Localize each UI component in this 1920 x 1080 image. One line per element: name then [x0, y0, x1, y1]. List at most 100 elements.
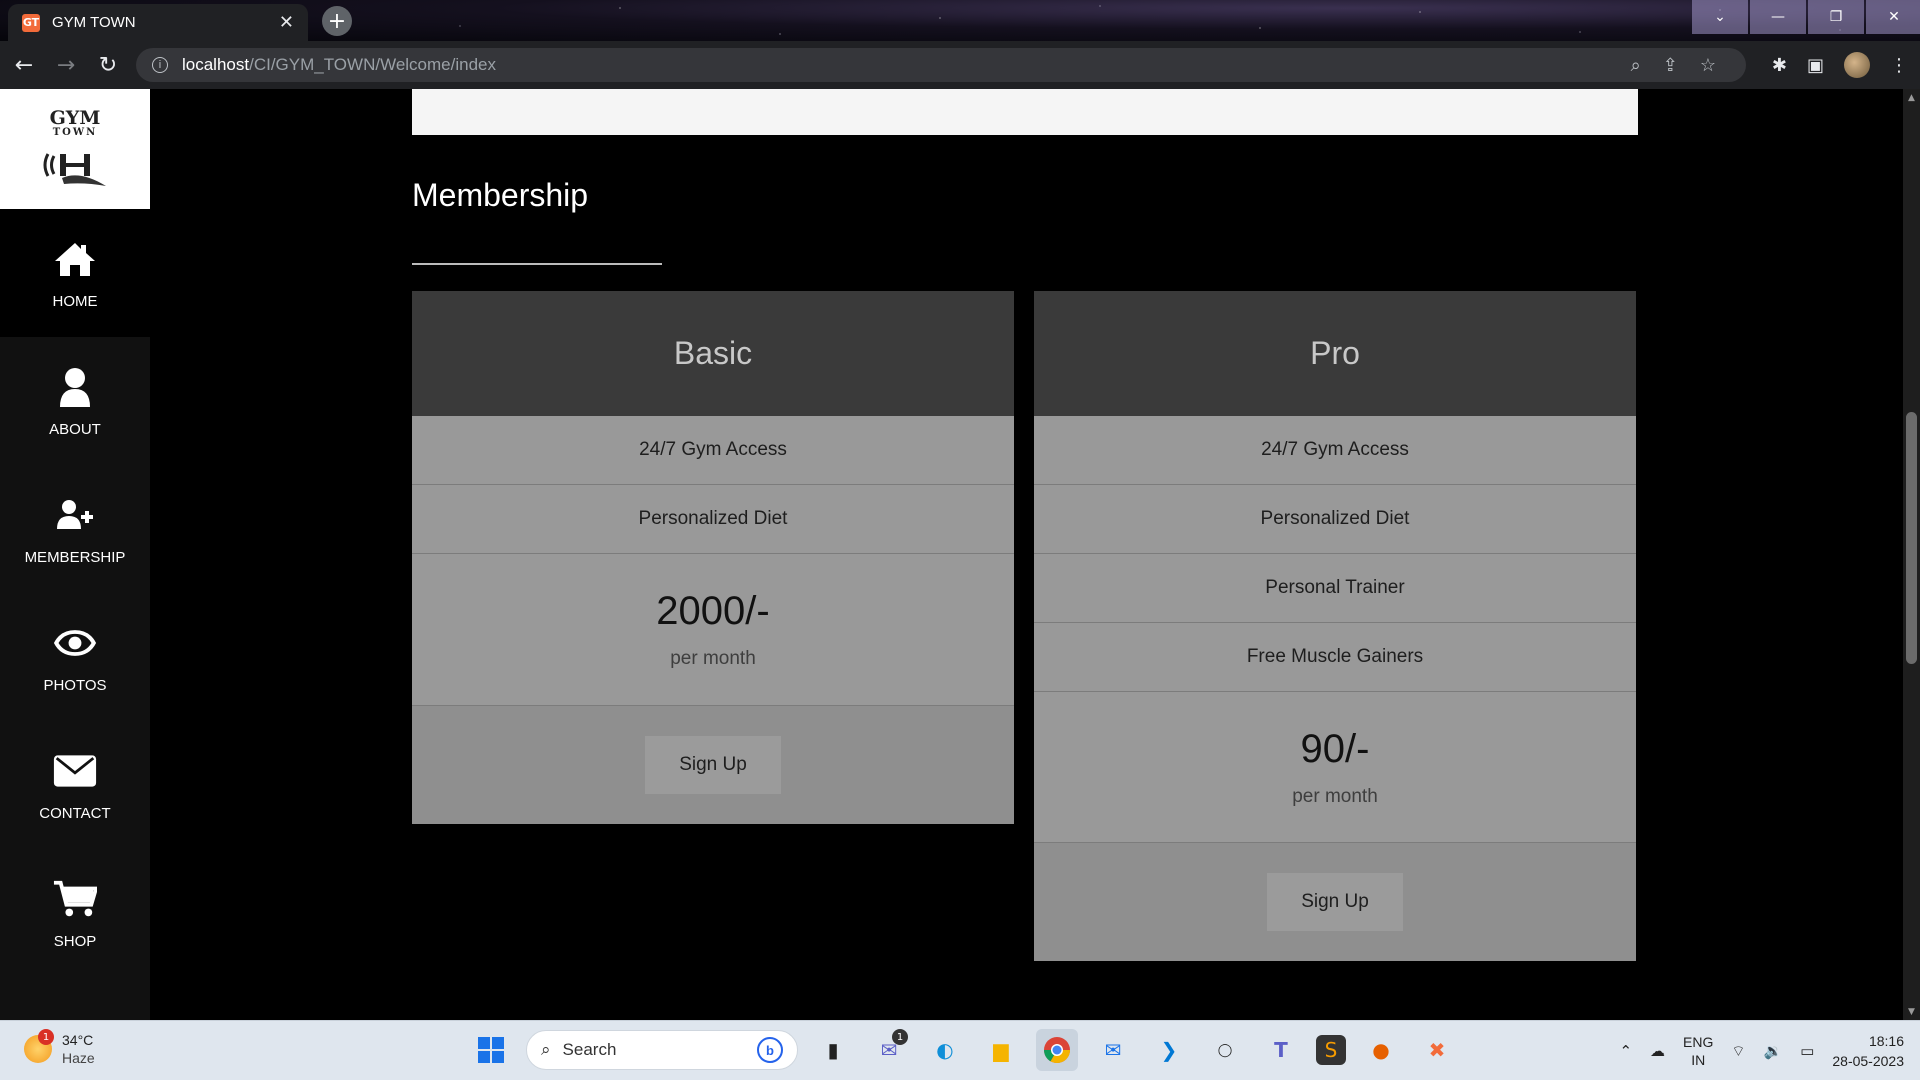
plan-period: per month	[670, 648, 756, 669]
plan-feature: Personalized Diet	[1034, 485, 1636, 554]
plan-card-basic: Basic 24/7 Gym Access Personalized Diet …	[412, 291, 1014, 824]
browser-tab-strip: GT GYM TOWN ✕ + ⌄ — ❐ ✕	[0, 0, 1920, 41]
sidebar-item-label: MEMBERSHIP	[24, 548, 126, 566]
sidebar-item-label: ABOUT	[49, 420, 101, 438]
task-view-icon[interactable]: ▮	[812, 1029, 854, 1071]
windows-start-icon[interactable]	[470, 1029, 512, 1071]
forward-icon[interactable]: →	[48, 47, 84, 83]
sidebar-item-contact[interactable]: CONTACT	[0, 721, 150, 849]
tab-search-button[interactable]: ⌄	[1692, 0, 1748, 34]
plan-feature: 24/7 Gym Access	[412, 416, 1014, 485]
vscode-icon[interactable]: ❯	[1148, 1029, 1190, 1071]
page-title: Membership	[412, 177, 589, 213]
plan-price: 2000/-	[656, 589, 770, 633]
firefox-icon[interactable]: ●	[1360, 1029, 1402, 1071]
scroll-down-icon[interactable]: ▼	[1903, 1003, 1920, 1020]
chrome-icon[interactable]	[1036, 1029, 1078, 1071]
sidebar-item-label: HOME	[52, 292, 98, 310]
envelope-icon	[53, 749, 97, 793]
search-icon[interactable]: ⌕	[1631, 55, 1641, 76]
taskbar-search-label: Search	[562, 1040, 617, 1059]
weather-temp: 34°C	[62, 1032, 94, 1048]
volume-icon[interactable]: 🔉	[1764, 1042, 1783, 1060]
lang-line2: IN	[1691, 1052, 1706, 1068]
system-tray: ⌃ ☁ ENG IN ⌔ 🔉 ▭ 18:16 28-05-2023	[1619, 1029, 1904, 1073]
info-icon[interactable]: i	[152, 57, 168, 73]
plan-period: per month	[1292, 785, 1378, 807]
sublime-icon[interactable]: S	[1316, 1035, 1346, 1065]
maximize-button[interactable]: ❐	[1808, 0, 1864, 34]
new-tab-button[interactable]: +	[322, 6, 352, 36]
tab-favicon-icon: GT	[22, 13, 40, 32]
sign-up-button[interactable]: Sign Up	[645, 736, 781, 794]
onedrive-icon[interactable]: ☁	[1650, 1042, 1665, 1060]
title-divider	[412, 263, 662, 265]
plan-feature: Free Muscle Gainers	[1034, 623, 1636, 692]
plan-price: 90/-	[1300, 726, 1370, 771]
weather-badge: 1	[38, 1029, 54, 1045]
extensions-icon[interactable]: ✱	[1772, 55, 1787, 76]
logo-text-town: TOWN	[52, 126, 98, 138]
minimize-button[interactable]: —	[1750, 0, 1806, 34]
sidepanel-icon[interactable]: ▣	[1807, 55, 1824, 76]
scrollbar-thumb[interactable]	[1906, 412, 1917, 664]
tab-title: GYM TOWN	[52, 14, 136, 31]
address-bar[interactable]: i localhost/CI/GYM_TOWN/Welcome/index ⌕ …	[136, 48, 1746, 82]
reload-icon[interactable]: ↻	[90, 47, 126, 83]
sidebar-item-label: SHOP	[53, 932, 97, 950]
close-window-button[interactable]: ✕	[1866, 0, 1920, 34]
sidebar-item-home[interactable]: HOME	[0, 209, 150, 337]
scroll-up-icon[interactable]: ▲	[1903, 89, 1920, 106]
clock[interactable]: 18:16 28-05-2023	[1832, 1031, 1904, 1071]
gym-town-logo[interactable]: GYM TOWN	[0, 89, 150, 209]
bing-icon[interactable]: b	[757, 1037, 783, 1063]
weather-sun-icon: 1	[24, 1029, 54, 1063]
lang-line1: ENG	[1683, 1034, 1714, 1050]
back-icon[interactable]: ←	[6, 47, 42, 83]
menu-icon[interactable]: ⋮	[1890, 55, 1908, 76]
sidebar-item-label: PHOTOS	[43, 676, 107, 694]
weather-widget[interactable]: 1 34°C Haze	[24, 1029, 95, 1067]
chat-icon[interactable]: ✉ 1	[868, 1029, 910, 1071]
profile-avatar[interactable]	[1844, 52, 1870, 78]
page-scrollbar[interactable]: ▲ ▼	[1903, 89, 1920, 1020]
mail-icon[interactable]: ✉	[1092, 1029, 1134, 1071]
star-icon[interactable]: ☆	[1700, 55, 1716, 76]
sidebar-item-about[interactable]: ABOUT	[0, 337, 150, 465]
plan-name: Basic	[412, 291, 1014, 416]
browser-tab[interactable]: GT GYM TOWN ✕	[8, 4, 308, 41]
cart-icon	[53, 877, 97, 921]
os-taskbar: 1 34°C Haze ⌕ Search b ▮ ✉ 1 ◐ ▆ ✉ ❯ ◯ T …	[0, 1020, 1920, 1080]
page-viewport: GYM TOWN HOME ABOUT MEMBERSHIP PHOTOS CO…	[0, 89, 1920, 1020]
sidebar-item-photos[interactable]: PHOTOS	[0, 593, 150, 721]
sidebar-item-membership[interactable]: MEMBERSHIP	[0, 465, 150, 593]
battery-icon[interactable]: ▭	[1800, 1042, 1814, 1060]
file-explorer-icon[interactable]: ▆	[980, 1029, 1022, 1071]
url-host: localhost	[182, 55, 250, 74]
wifi-icon[interactable]: ⌔	[1731, 1042, 1745, 1061]
previous-section-card	[412, 89, 1638, 135]
xampp-icon[interactable]: ✖	[1416, 1029, 1458, 1071]
plan-footer: Sign Up	[412, 706, 1014, 824]
language-indicator[interactable]: ENG IN	[1683, 1033, 1713, 1069]
edge-icon[interactable]: ◐	[924, 1029, 966, 1071]
taskbar-search[interactable]: ⌕ Search b	[526, 1030, 798, 1070]
share-icon[interactable]: ⇪	[1663, 55, 1678, 76]
plan-name: Pro	[1034, 291, 1636, 416]
sidebar-item-shop[interactable]: SHOP	[0, 849, 150, 977]
tab-close-icon[interactable]: ✕	[279, 12, 294, 33]
plan-price-block: 2000/- per month	[412, 554, 1014, 706]
eye-icon	[53, 621, 97, 665]
dell-icon[interactable]: ◯	[1204, 1029, 1246, 1071]
sign-up-button[interactable]: Sign Up	[1267, 873, 1403, 931]
logo-dumbbell-icon	[43, 152, 106, 186]
search-icon: ⌕	[541, 1040, 551, 1059]
sidebar-item-label: CONTACT	[39, 804, 111, 822]
url-path: /CI/GYM_TOWN/Welcome/index	[249, 55, 496, 74]
clock-date: 28-05-2023	[1832, 1053, 1904, 1069]
plan-card-pro: Pro 24/7 Gym Access Personalized Diet Pe…	[1034, 291, 1636, 961]
plan-footer: Sign Up	[1034, 843, 1636, 961]
plan-feature: Personal Trainer	[1034, 554, 1636, 623]
chevron-up-icon[interactable]: ⌃	[1619, 1042, 1632, 1060]
teams-icon[interactable]: T	[1260, 1029, 1302, 1071]
